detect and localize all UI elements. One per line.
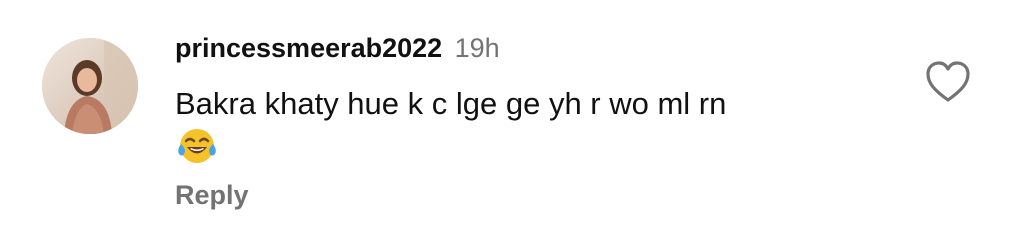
tears-of-joy-emoji-icon — [175, 124, 219, 168]
comment-header: princessmeerab2022 19h — [175, 31, 500, 70]
avatar-photo — [42, 38, 138, 134]
user-avatar[interactable] — [42, 38, 138, 134]
comment-timestamp: 19h — [454, 33, 500, 63]
username-link[interactable]: princessmeerab2022 — [175, 33, 442, 63]
like-button[interactable] — [922, 58, 974, 106]
heart-outline-icon — [926, 61, 970, 102]
comment-item: princessmeerab2022 19h Bakra khaty hue k… — [0, 0, 1024, 250]
comment-text: Bakra khaty hue k c lge ge yh r wo ml rn — [175, 86, 727, 121]
reply-button[interactable]: Reply — [175, 178, 249, 212]
